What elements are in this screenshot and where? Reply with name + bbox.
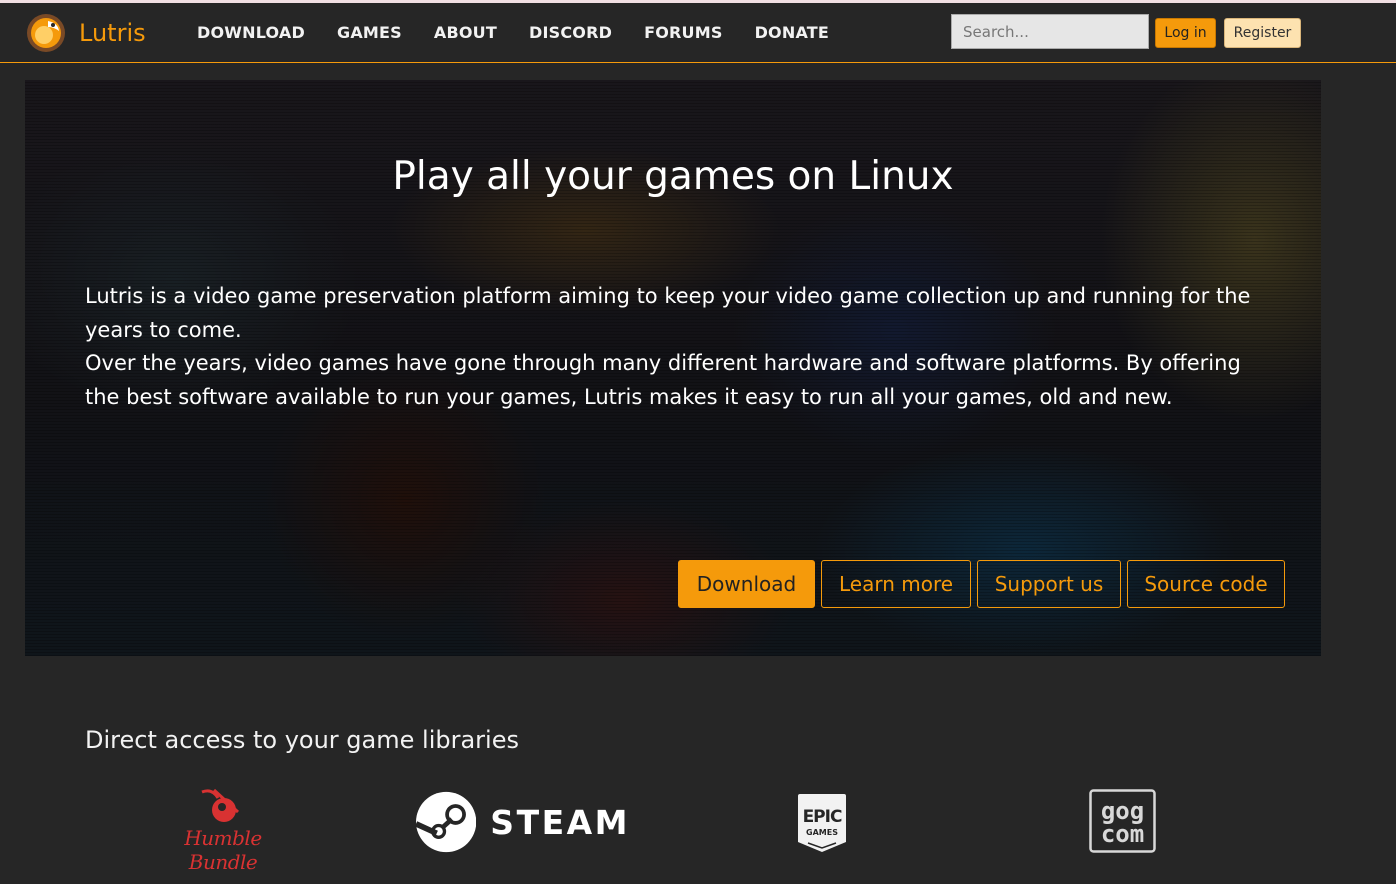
navbar: Lutris DOWNLOAD GAMES ABOUT DISCORD FORU… <box>0 3 1396 63</box>
nav-download[interactable]: DOWNLOAD <box>197 23 305 42</box>
libraries-heading: Direct access to your game libraries <box>85 726 519 754</box>
lutris-logo-icon <box>27 14 65 52</box>
nav-forums[interactable]: FORUMS <box>644 23 723 42</box>
brand-link[interactable]: Lutris <box>26 13 146 53</box>
learn-more-button[interactable]: Learn more <box>821 560 971 608</box>
epic-games-link[interactable]: EPIC GAMES <box>796 792 848 854</box>
source-code-button[interactable]: Source code <box>1127 560 1285 608</box>
nav-about[interactable]: ABOUT <box>434 23 497 42</box>
gog-subtext: com <box>1101 820 1144 848</box>
gog-icon: gog com <box>1089 789 1156 853</box>
humble-bundle-link[interactable]: Humble Bundle <box>152 786 294 874</box>
humble-bundle-wordmark: Humble Bundle <box>184 826 262 874</box>
login-button[interactable]: Log in <box>1155 18 1216 48</box>
download-button[interactable]: Download <box>678 560 815 608</box>
epic-games-subtext: GAMES <box>806 828 838 837</box>
hero-description: Lutris is a video game preservation plat… <box>85 280 1265 414</box>
hero-title: Play all your games on Linux <box>392 154 954 200</box>
epic-games-wordmark: EPIC <box>803 807 842 827</box>
register-button[interactable]: Register <box>1224 18 1301 48</box>
nav-donate[interactable]: DONATE <box>755 23 829 42</box>
epic-games-icon: EPIC GAMES <box>798 794 846 852</box>
brand-name: Lutris <box>79 19 146 47</box>
hero-banner: Play all your games on Linux Lutris is a… <box>25 80 1321 656</box>
humble-bundle-icon <box>201 788 240 822</box>
steam-wordmark: STEAM <box>490 802 630 842</box>
support-us-button[interactable]: Support us <box>977 560 1121 608</box>
hero-buttons: Download Learn more Support us Source co… <box>678 560 1291 608</box>
steam-icon <box>416 791 477 853</box>
nav-discord[interactable]: DISCORD <box>529 23 612 42</box>
nav-links: DOWNLOAD GAMES ABOUT DISCORD FORUMS DONA… <box>197 3 861 62</box>
nav-games[interactable]: GAMES <box>337 23 402 42</box>
hero-paragraph: Over the years, video games have gone th… <box>85 351 1241 409</box>
search-input[interactable] <box>951 14 1149 49</box>
hero-paragraph: Lutris is a video game preservation plat… <box>85 284 1251 342</box>
gog-link[interactable]: gog com <box>1089 789 1156 853</box>
steam-link[interactable]: STEAM <box>416 790 630 854</box>
